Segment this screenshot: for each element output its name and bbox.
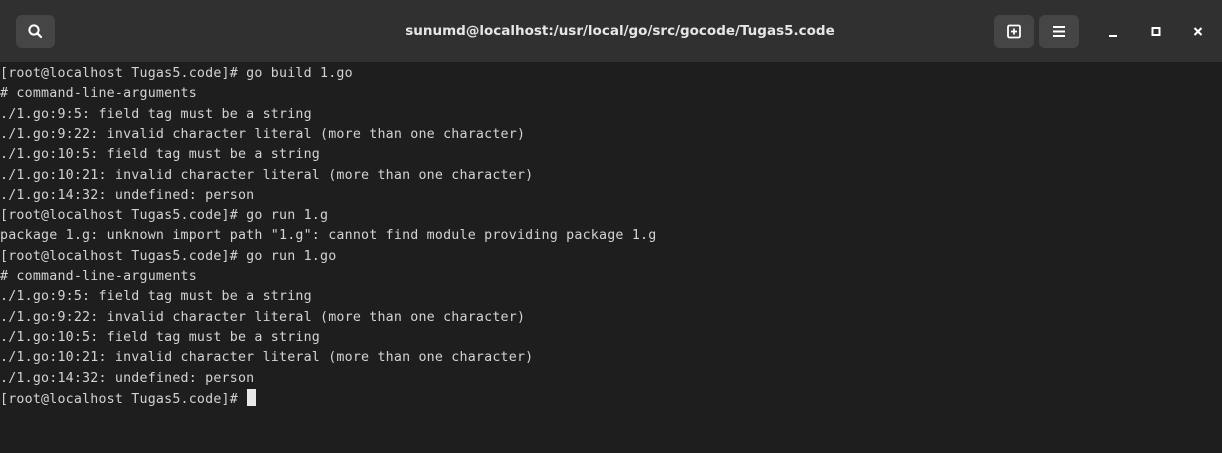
terminal-line: ./1.go:9:5: field tag must be a string [0, 106, 312, 122]
text-cursor [247, 388, 257, 406]
search-icon [28, 24, 43, 39]
maximize-icon [1151, 27, 1161, 36]
hamburger-menu-icon [1053, 26, 1065, 37]
terminal-line: # command-line-arguments [0, 269, 197, 284]
title-bar: sunumd@localhost:/usr/local/go/src/gocod… [0, 0, 1222, 62]
terminal-line: package 1.g: unknown import path "1.g": … [0, 228, 657, 244]
terminal-line: ./1.go:9:22: invalid character literal (… [0, 126, 526, 142]
new-tab-icon [1007, 24, 1021, 39]
terminal-line: ./1.go:14:32: undefined: person [0, 370, 255, 386]
terminal-line: [root@localhost Tugas5.code]# go build 1… [0, 66, 353, 81]
close-button[interactable] [1182, 15, 1214, 48]
terminal-line: [root@localhost Tugas5.code]# go run 1.g [0, 208, 329, 224]
prompt-line[interactable]: [root@localhost Tugas5.code]# [0, 388, 257, 409]
terminal-line: ./1.go:10:21: invalid character literal … [0, 167, 534, 183]
terminal-line: ./1.go:10:5: field tag must be a string [0, 329, 321, 345]
terminal-line: ./1.go:10:5: field tag must be a string [0, 147, 321, 163]
terminal-line: [root@localhost Tugas5.code]# go run 1.g… [0, 248, 337, 264]
terminal-window: sunumd@localhost:/usr/local/go/src/gocod… [0, 0, 1222, 453]
terminal-line: ./1.go:9:22: invalid character literal (… [0, 309, 526, 325]
new-tab-button[interactable] [994, 15, 1034, 48]
minimize-icon [1109, 35, 1117, 37]
menu-button[interactable] [1039, 15, 1079, 48]
minimize-button[interactable] [1097, 15, 1129, 48]
maximize-button[interactable] [1140, 15, 1172, 48]
terminal-line: ./1.go:9:5: field tag must be a string [0, 289, 312, 305]
terminal-line: ./1.go:14:32: undefined: person [0, 187, 255, 203]
shell-prompt: [root@localhost Tugas5.code]# [0, 391, 247, 407]
terminal-line: # command-line-arguments [0, 86, 197, 102]
close-icon [1193, 27, 1203, 36]
search-button[interactable] [16, 15, 55, 48]
terminal-output[interactable]: [root@localhost Tugas5.code]# go build 1… [0, 62, 1222, 453]
window-title: sunumd@localhost:/usr/local/go/src/gocod… [405, 23, 835, 39]
terminal-line: ./1.go:10:21: invalid character literal … [0, 350, 534, 366]
